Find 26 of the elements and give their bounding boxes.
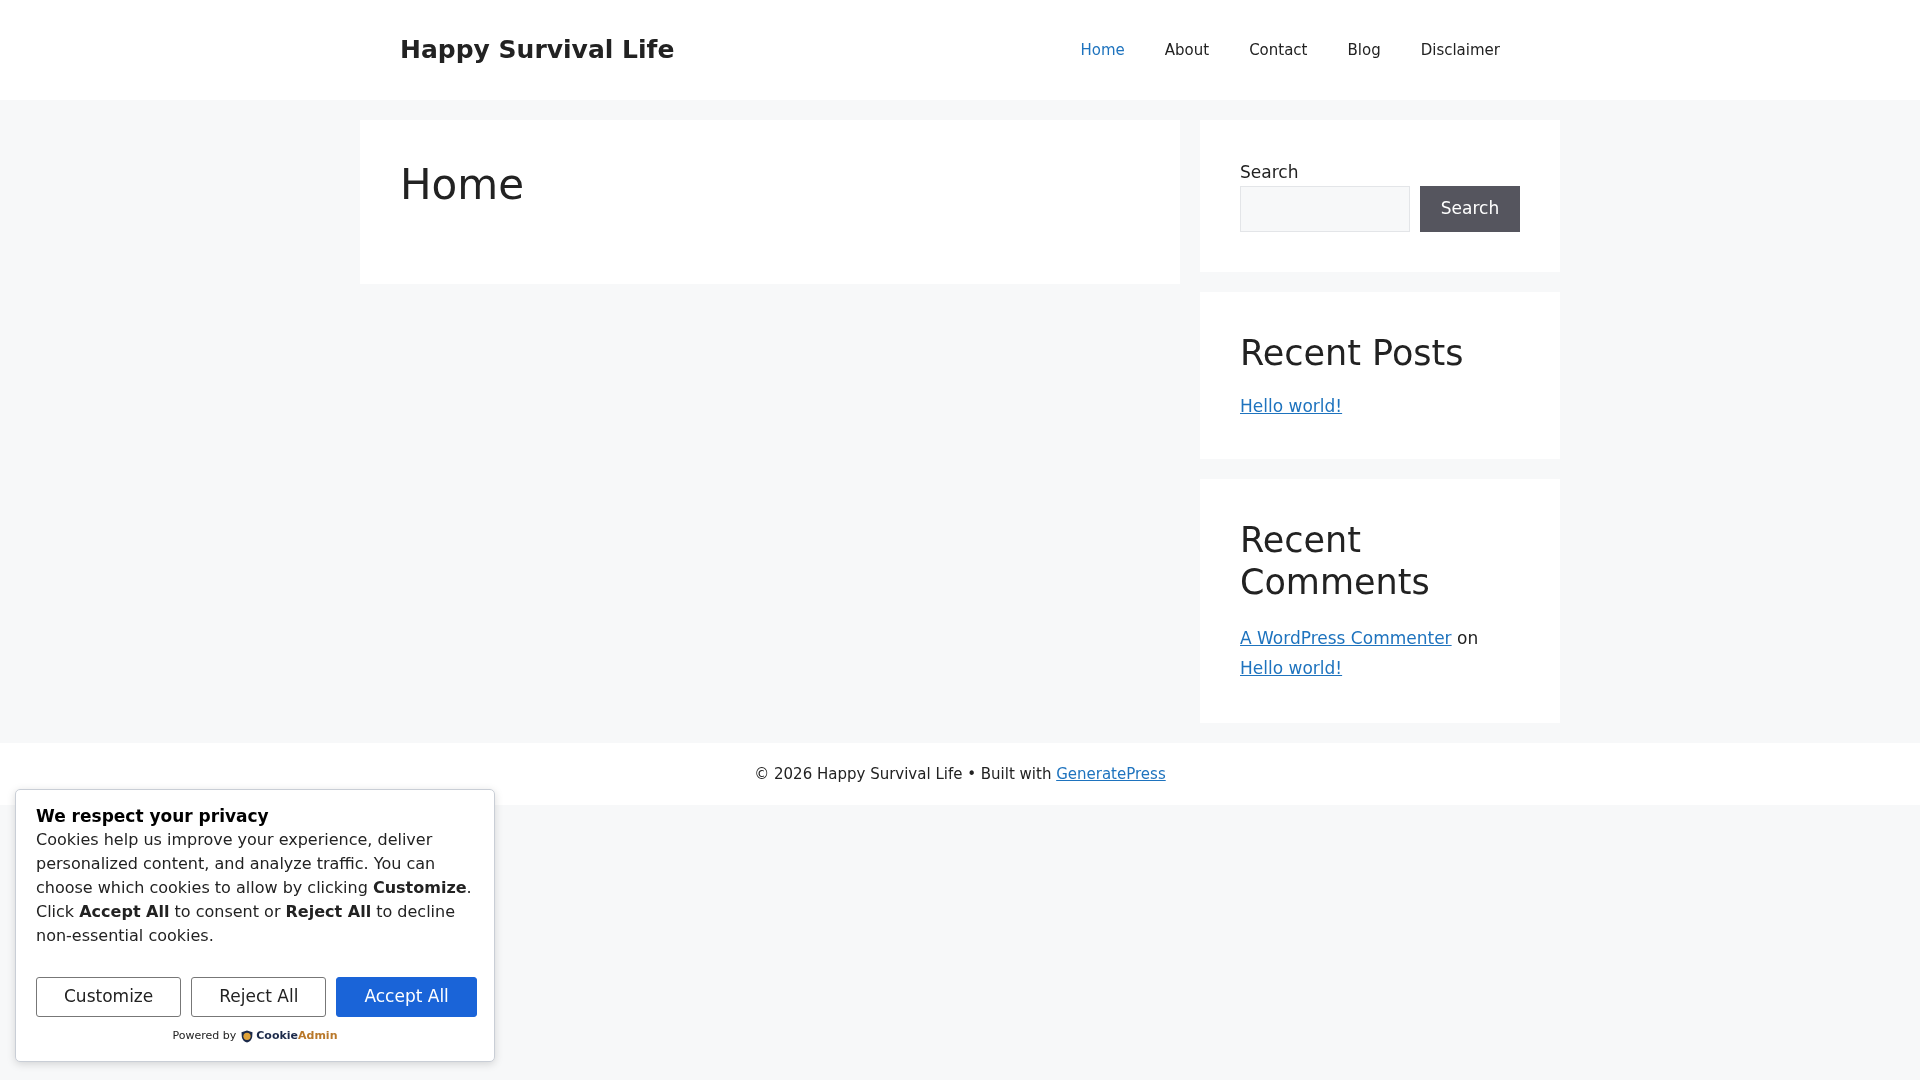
page-title: Home bbox=[400, 160, 526, 211]
site-title[interactable]: Happy Survival Life bbox=[400, 34, 675, 66]
search-field[interactable] bbox=[1240, 186, 1410, 232]
nav-link[interactable]: Contact bbox=[1229, 30, 1328, 70]
cookie-title: We respect your privacy bbox=[36, 805, 270, 828]
search-button[interactable]: Search bbox=[1420, 186, 1520, 232]
accept-button[interactable]: Accept All bbox=[336, 977, 477, 1017]
widget-title: Recent Posts bbox=[1240, 332, 1465, 374]
footer-link[interactable]: GeneratePress bbox=[1056, 765, 1166, 783]
post-link[interactable]: Hello world! bbox=[1240, 396, 1343, 416]
cookie-message: Cookies help us improve your experience, deliver personalized content, and analyze traffic. You can choose which cookies to allow by clicking Customize. Click Accept All to consent or Reject All to decline non-essential cookies. bbox=[36, 829, 473, 947]
footer-text: © 2026 Happy Survival Life • Built with GeneratePress bbox=[754, 764, 1166, 785]
shield-logo-icon bbox=[241, 1029, 254, 1043]
nav-link[interactable]: Home bbox=[1060, 30, 1145, 70]
nav-link[interactable]: About bbox=[1144, 30, 1230, 70]
nav-link[interactable]: Disclaimer bbox=[1400, 30, 1520, 70]
widget-title: Recent Comments bbox=[1240, 519, 1431, 603]
powered-by-label: Powered by bbox=[172, 1028, 237, 1044]
brand-logo-text: CookieAdmin bbox=[256, 1028, 338, 1044]
comment-entry: A WordPress Commenter on Hello world! bbox=[1240, 627, 1480, 680]
search-label: Search bbox=[1240, 161, 1300, 184]
cookie-button[interactable]: Reject All bbox=[191, 977, 327, 1017]
comment-author-link[interactable]: A WordPress Commenter bbox=[1240, 628, 1452, 648]
nav-link[interactable]: Blog bbox=[1327, 30, 1401, 70]
cookie-button[interactable]: Customize bbox=[36, 977, 182, 1017]
comment-post-link[interactable]: Hello world! bbox=[1240, 658, 1343, 678]
